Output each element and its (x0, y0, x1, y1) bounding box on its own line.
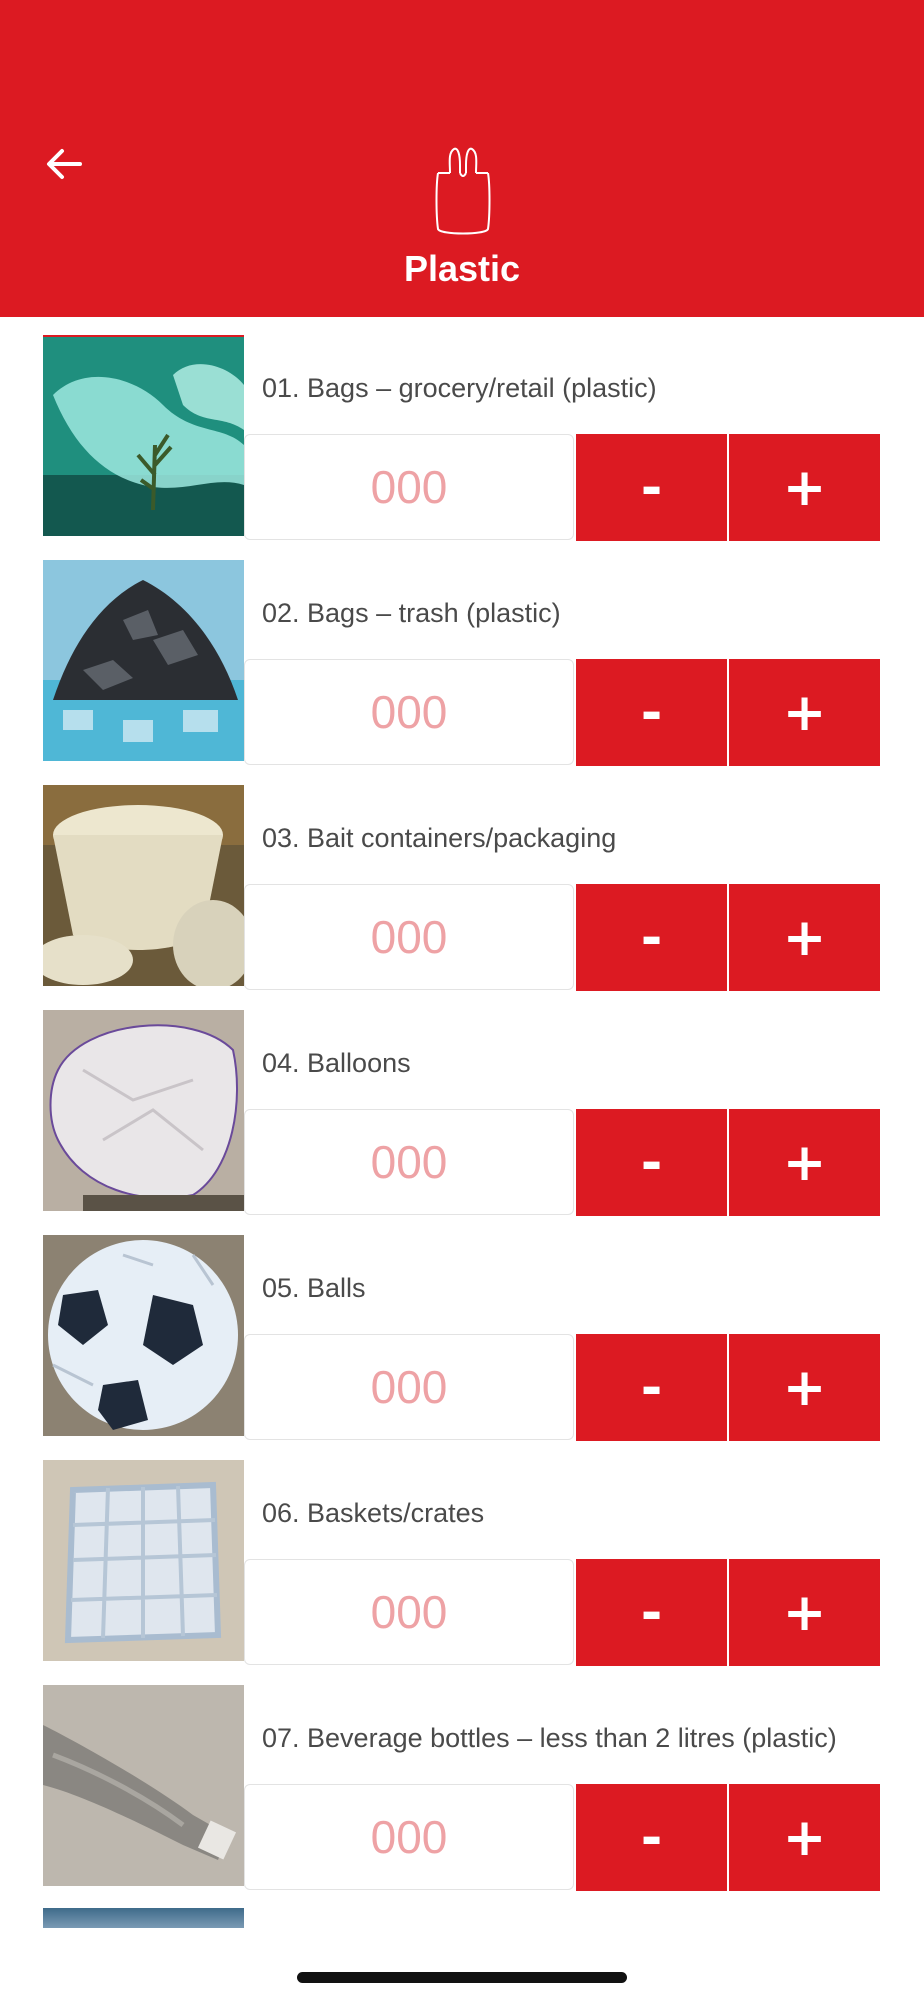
item-label: 01. Bags – grocery/retail (plastic) (262, 373, 657, 403)
item-label: 07. Beverage bottles – less than 2 litre… (262, 1723, 837, 1753)
count-input[interactable] (245, 909, 573, 965)
decrement-button[interactable]: - (576, 1109, 727, 1216)
decrement-button[interactable]: - (576, 434, 727, 541)
list-item: 05. Balls - + (0, 1217, 924, 1442)
list-item: 01. Bags – grocery/retail (plastic) - + (0, 317, 924, 542)
decrement-button[interactable]: - (576, 1784, 727, 1891)
increment-button[interactable]: + (729, 1784, 880, 1891)
count-field[interactable] (244, 1784, 574, 1890)
item-photo (43, 1908, 244, 1928)
count-input[interactable] (245, 1359, 573, 1415)
increment-button[interactable]: + (729, 1334, 880, 1441)
item-label: 04. Balloons (262, 1048, 411, 1078)
decrement-button[interactable]: - (576, 1334, 727, 1441)
item-photo (43, 1010, 244, 1211)
item-label: 02. Bags – trash (plastic) (262, 598, 561, 628)
list-item: 02. Bags – trash (plastic) - + (0, 542, 924, 767)
item-photo (43, 335, 244, 536)
count-input[interactable] (245, 684, 573, 740)
item-photo (43, 1685, 244, 1886)
decrement-button[interactable]: - (576, 1559, 727, 1666)
item-label: 05. Balls (262, 1273, 366, 1303)
list-item: 07. Beverage bottles – less than 2 litre… (0, 1667, 924, 1892)
count-field[interactable] (244, 659, 574, 765)
item-label: 06. Baskets/crates (262, 1498, 485, 1528)
count-field[interactable] (244, 1109, 574, 1215)
increment-button[interactable]: + (729, 1559, 880, 1666)
page-title: Plastic (403, 248, 521, 289)
app-header: Plastic (0, 0, 924, 317)
count-input[interactable] (245, 1809, 573, 1865)
increment-button[interactable]: + (729, 1109, 880, 1216)
count-field[interactable] (244, 884, 574, 990)
item-list: 01. Bags – grocery/retail (plastic) - + … (0, 317, 924, 1892)
decrement-button[interactable]: - (576, 884, 727, 991)
list-item: 04. Balloons - + (0, 992, 924, 1217)
increment-button[interactable]: + (729, 884, 880, 991)
count-input[interactable] (245, 459, 573, 515)
count-input[interactable] (245, 1134, 573, 1190)
increment-button[interactable]: + (729, 434, 880, 541)
decrement-button[interactable]: - (576, 659, 727, 766)
count-input[interactable] (245, 1584, 573, 1640)
arrow-left-icon (47, 149, 82, 179)
home-indicator[interactable] (297, 1972, 627, 1983)
count-field[interactable] (244, 434, 574, 540)
increment-button[interactable]: + (729, 659, 880, 766)
item-photo (43, 1460, 244, 1661)
plastic-bag-icon (435, 147, 491, 235)
list-item: 06. Baskets/crates - + (0, 1442, 924, 1667)
item-photo (43, 785, 244, 986)
item-label: 03. Bait containers/packaging (262, 823, 617, 853)
item-photo (43, 560, 244, 761)
list-item: 03. Bait containers/packaging - + (0, 767, 924, 992)
item-photo (43, 1235, 244, 1436)
count-field[interactable] (244, 1334, 574, 1440)
back-button[interactable] (38, 138, 90, 190)
count-field[interactable] (244, 1559, 574, 1665)
